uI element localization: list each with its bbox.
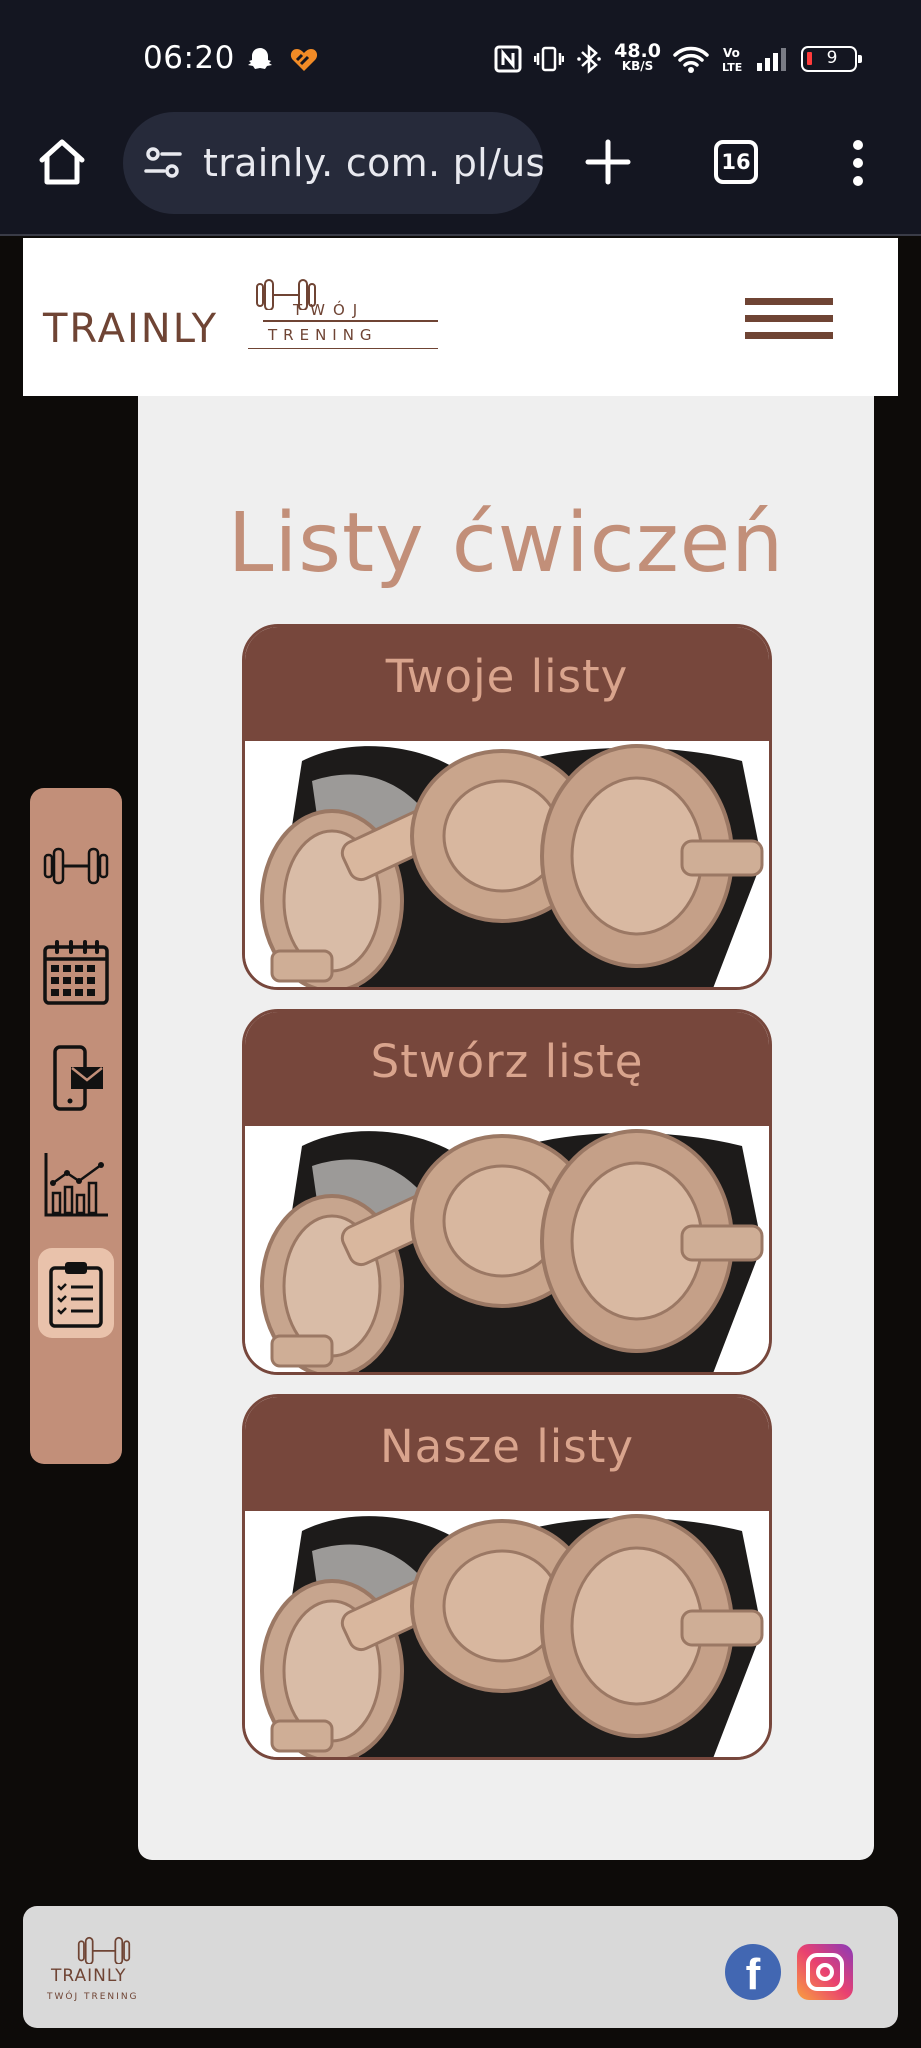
facebook-icon[interactable]: f [725,1944,781,2000]
side-nav-lists[interactable] [38,1248,114,1338]
footer-logo-subtitle: TWÓJ TRENING [47,1992,139,2002]
card-label: Stwórz listę [245,1012,769,1126]
logo-subtitle: TWÓJ [293,301,366,319]
card-your-lists[interactable]: Twoje listy [242,624,772,990]
dumbbells-image [245,1511,769,1757]
plus-icon[interactable] [582,136,634,188]
logo-dumbbell-icon [77,1936,131,1964]
dumbbell-icon [43,847,109,885]
status-bar: 06:20 48.0 KB/S Vo LTE 9 [0,0,921,100]
side-nav [30,788,122,1464]
side-nav-messages[interactable] [38,1040,114,1116]
net-speed: 48.0 KB/S [614,40,661,74]
side-nav-progress[interactable] [38,1146,114,1222]
phone-mail-icon [53,1045,103,1111]
logo-rule [248,348,438,349]
side-nav-exercises[interactable] [38,828,114,904]
svg-text:Vo: Vo [723,46,740,60]
footer-logo-text: TRAINLY [51,1966,127,1986]
wifi-icon [673,46,709,73]
more-vert-icon[interactable] [846,138,870,188]
side-nav-calendar[interactable] [38,934,114,1010]
signal-icon [757,48,786,71]
clipboard-checklist-icon [49,1262,103,1328]
main-panel: Listy ćwiczeń Twoje listy Stwórz listę N… [138,396,874,1860]
card-our-lists[interactable]: Nasze listy [242,1394,772,1760]
nfc-icon [494,45,522,73]
chart-icon [44,1153,108,1217]
net-speed-value: 48.0 [614,40,661,62]
browser-toolbar: trainly. com. pl/us 16 [0,100,921,236]
card-create-list[interactable]: Stwórz listę [242,1009,772,1375]
status-left-icons [245,46,319,74]
footer-logo[interactable]: TRAINLY TWÓJ TRENING [39,1936,169,2006]
battery-icon: 9 [801,46,862,72]
footer: TRAINLY TWÓJ TRENING f [23,1906,898,2028]
status-right-icons: 48.0 KB/S Vo LTE 9 [494,40,862,74]
vibrate-icon [534,46,565,72]
site-header: TRAINLY TWÓJ TRENING [23,238,898,396]
logo-text: TRAINLY [43,306,219,352]
url-text: trainly. com. pl/us [203,141,543,185]
bluetooth-icon [577,44,601,74]
svg-text:LTE: LTE [722,61,742,74]
logo-subtitle: TRENING [268,326,378,344]
status-time: 06:20 [143,40,235,76]
card-label: Twoje listy [245,627,769,741]
home-icon[interactable] [36,136,88,188]
dumbbells-image [245,741,769,987]
dumbbells-image [245,1126,769,1372]
snapchat-icon [248,48,272,69]
volte-icon: Vo LTE [722,46,742,74]
tabs-icon[interactable]: 16 [714,140,758,184]
notification-heart-icon [290,49,318,71]
hamburger-icon[interactable] [745,298,833,340]
site-logo[interactable]: TRAINLY TWÓJ TRENING [43,278,443,358]
card-label: Nasze listy [245,1397,769,1511]
page-title: Listy ćwiczeń [227,496,785,591]
address-bar[interactable]: trainly. com. pl/us [123,112,543,214]
calendar-icon [43,940,109,1005]
site-settings-icon[interactable] [143,143,183,183]
instagram-icon[interactable] [797,1944,853,2000]
logo-rule [263,320,438,322]
